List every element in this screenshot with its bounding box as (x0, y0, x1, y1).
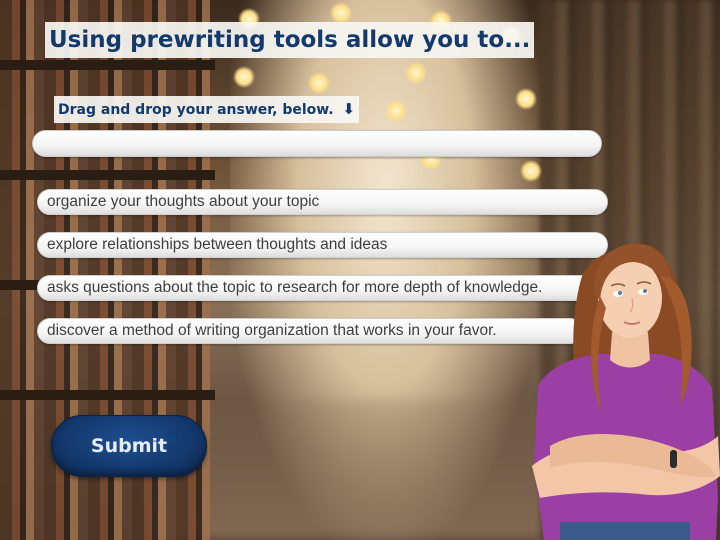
answer-option-1[interactable]: organize your thoughts about your topic (37, 189, 608, 215)
drag-instruction: Drag and drop your answer, below. ⬇ (54, 96, 360, 123)
down-arrow-icon: ⬇ (342, 100, 356, 118)
instruction-text: Drag and drop your answer, below. (58, 102, 334, 118)
answer-option-4[interactable]: discover a method of writing organizatio… (37, 318, 583, 344)
thinking-girl-image (532, 243, 720, 540)
submit-button[interactable]: Submit (51, 415, 207, 477)
question-title: Using prewriting tools allow you to... (45, 22, 535, 58)
answer-drop-zone[interactable] (32, 130, 602, 157)
